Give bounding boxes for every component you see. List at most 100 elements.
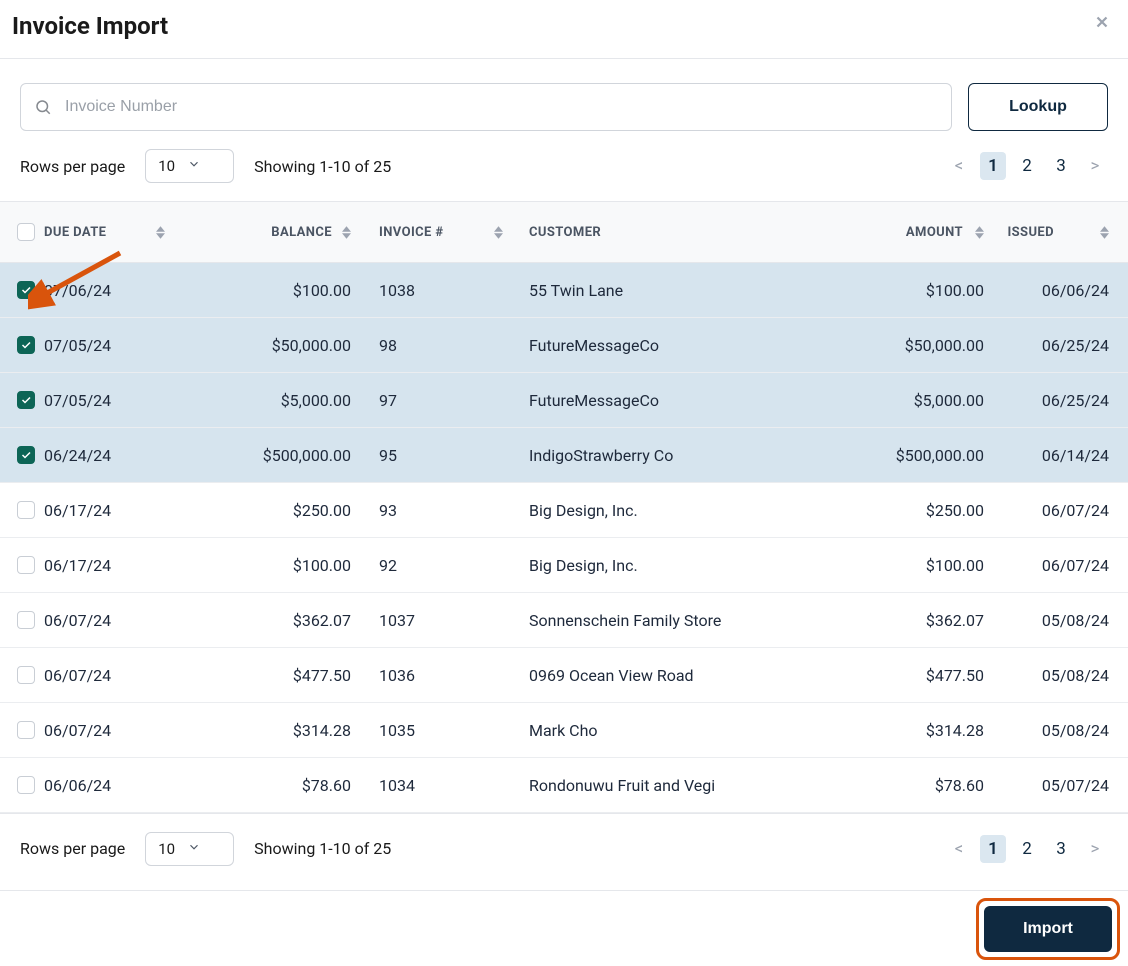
rows-per-page-select[interactable]: 10 [145,832,234,866]
cell-issued: 05/07/24 [1004,776,1119,795]
cell-due-date: 06/07/24 [44,721,209,740]
cell-issued: 06/25/24 [1004,336,1119,355]
cell-balance: $100.00 [209,281,379,300]
table-row[interactable]: 07/05/24 $5,000.00 97 FutureMessageCo $5… [0,373,1128,428]
column-due-date[interactable]: DUE DATE [44,225,209,240]
column-balance[interactable]: BALANCE [209,225,379,240]
table-row[interactable]: 06/17/24 $100.00 92 Big Design, Inc. $10… [0,538,1128,593]
cell-issued: 05/08/24 [1004,611,1119,630]
pagination-top: < 1 2 3 > [946,152,1108,180]
cell-amount: $500,000.00 [829,446,1004,465]
cell-invoice: 95 [379,446,529,465]
page-prev[interactable]: < [946,152,972,180]
cell-customer: Big Design, Inc. [529,501,829,520]
lookup-button[interactable]: Lookup [968,83,1108,131]
column-issued-label: ISSUED [1007,225,1054,240]
cell-invoice: 1035 [379,721,529,740]
page-1[interactable]: 1 [980,152,1006,180]
column-customer-label: CUSTOMER [529,225,601,240]
row-checkbox[interactable] [17,556,35,574]
import-button-highlight: Import [976,898,1120,960]
sort-icon [494,226,503,239]
table-row[interactable]: 06/07/24 $477.50 1036 0969 Ocean View Ro… [0,648,1128,703]
row-checkbox[interactable] [17,666,35,684]
search-row: Lookup [0,59,1128,149]
column-balance-label: BALANCE [271,225,332,240]
page-2[interactable]: 2 [1014,835,1040,863]
showing-text: Showing 1-10 of 25 [254,157,391,176]
page-prev[interactable]: < [946,835,972,863]
row-checkbox[interactable] [17,446,35,464]
row-checkbox[interactable] [17,611,35,629]
cell-issued: 06/25/24 [1004,391,1119,410]
row-checkbox[interactable] [17,776,35,794]
row-checkbox[interactable] [17,721,35,739]
page-next[interactable]: > [1082,152,1108,180]
cell-due-date: 06/24/24 [44,446,209,465]
sort-icon [156,226,165,239]
cell-balance: $314.28 [209,721,379,740]
column-issued[interactable]: ISSUED [1004,225,1119,240]
cell-invoice: 98 [379,336,529,355]
rows-per-page-value: 10 [158,840,175,858]
pager-top: Rows per page 10 Showing 1-10 of 25 < 1 … [0,149,1128,201]
search-icon [34,98,52,116]
cell-customer: Sonnenschein Family Store [529,611,829,630]
cell-issued: 06/07/24 [1004,501,1119,520]
cell-balance: $50,000.00 [209,336,379,355]
close-button[interactable] [1088,10,1116,38]
table-row[interactable]: 07/06/24 $100.00 1038 55 Twin Lane $100.… [0,263,1128,318]
table-header: DUE DATE BALANCE INVOICE # CUSTOMER AMOU [0,201,1128,263]
cell-amount: $5,000.00 [829,391,1004,410]
cell-due-date: 06/06/24 [44,776,209,795]
table-row[interactable]: 06/06/24 $78.60 1034 Rondonuwu Fruit and… [0,758,1128,813]
table-row[interactable]: 06/17/24 $250.00 93 Big Design, Inc. $25… [0,483,1128,538]
column-invoice[interactable]: INVOICE # [379,225,529,240]
modal-title: Invoice Import [12,12,1116,40]
cell-invoice: 1036 [379,666,529,685]
cell-balance: $250.00 [209,501,379,520]
sort-icon [1100,226,1109,239]
cell-due-date: 07/06/24 [44,281,209,300]
page-next[interactable]: > [1082,835,1108,863]
row-checkbox[interactable] [17,501,35,519]
page-2[interactable]: 2 [1014,152,1040,180]
cell-amount: $78.60 [829,776,1004,795]
table-row[interactable]: 06/24/24 $500,000.00 95 IndigoStrawberry… [0,428,1128,483]
cell-amount: $250.00 [829,501,1004,520]
cell-customer: Mark Cho [529,721,829,740]
rows-per-page-value: 10 [158,157,175,175]
table-body: 07/06/24 $100.00 1038 55 Twin Lane $100.… [0,263,1128,813]
page-1[interactable]: 1 [980,835,1006,863]
row-checkbox[interactable] [17,336,35,354]
column-customer[interactable]: CUSTOMER [529,225,829,240]
cell-invoice: 97 [379,391,529,410]
cell-due-date: 06/17/24 [44,556,209,575]
import-button[interactable]: Import [984,906,1112,952]
row-checkbox[interactable] [17,391,35,409]
page-3[interactable]: 3 [1048,152,1074,180]
row-checkbox[interactable] [17,281,35,299]
table-row[interactable]: 06/07/24 $362.07 1037 Sonnenschein Famil… [0,593,1128,648]
cell-invoice: 1037 [379,611,529,630]
pagination-bottom: < 1 2 3 > [946,835,1108,863]
cell-customer: Big Design, Inc. [529,556,829,575]
column-amount-label: AMOUNT [906,225,963,240]
footer: Import [0,890,1128,966]
cell-balance: $500,000.00 [209,446,379,465]
cell-customer: 55 Twin Lane [529,281,829,300]
rows-per-page-select[interactable]: 10 [145,149,234,183]
column-due-date-label: DUE DATE [44,225,106,240]
cell-balance: $5,000.00 [209,391,379,410]
cell-due-date: 07/05/24 [44,336,209,355]
cell-customer: FutureMessageCo [529,391,829,410]
cell-balance: $477.50 [209,666,379,685]
table-row[interactable]: 06/07/24 $314.28 1035 Mark Cho $314.28 0… [0,703,1128,758]
select-all-checkbox[interactable] [17,223,35,241]
rows-per-page-label: Rows per page [20,839,125,858]
page-3[interactable]: 3 [1048,835,1074,863]
invoice-number-input[interactable] [20,83,952,131]
column-amount[interactable]: AMOUNT [829,225,1004,240]
table-row[interactable]: 07/05/24 $50,000.00 98 FutureMessageCo $… [0,318,1128,373]
showing-text: Showing 1-10 of 25 [254,839,391,858]
